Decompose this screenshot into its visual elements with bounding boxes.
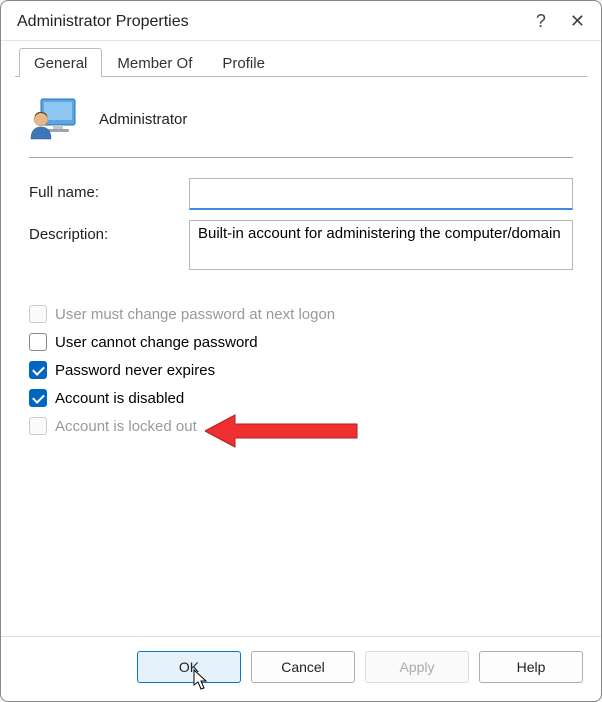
separator — [29, 157, 573, 158]
checkbox-label-locked-out: Account is locked out — [55, 418, 197, 435]
account-header: Administrator — [29, 95, 573, 157]
label-full-name: Full name: — [29, 178, 189, 201]
titlebar: Administrator Properties ? ✕ — [1, 1, 601, 41]
tab-general[interactable]: General — [19, 48, 102, 77]
field-full-name: Full name: — [29, 178, 573, 210]
ok-button[interactable]: OK — [137, 651, 241, 683]
checkbox-row-change-password: User must change password at next logon — [29, 305, 573, 323]
help-button[interactable]: Help — [479, 651, 583, 683]
tab-profile[interactable]: Profile — [207, 48, 280, 77]
titlebar-controls: ? ✕ — [536, 11, 585, 32]
checkbox-row-locked-out: Account is locked out — [29, 417, 573, 435]
help-icon[interactable]: ? — [536, 11, 546, 32]
main-content: General Member Of Profile — [1, 41, 601, 636]
close-icon[interactable]: ✕ — [570, 11, 585, 32]
checkbox-group: User must change password at next logon … — [29, 305, 573, 435]
button-bar: OK Cancel Apply Help — [1, 636, 601, 701]
tab-bar: General Member Of Profile — [15, 47, 587, 77]
checkbox-label-account-disabled: Account is disabled — [55, 390, 184, 407]
checkbox-row-cannot-change[interactable]: User cannot change password — [29, 333, 573, 351]
label-description: Description: — [29, 220, 189, 243]
checkbox-locked-out — [29, 417, 47, 435]
field-description: Description: — [29, 220, 573, 273]
checkbox-change-password — [29, 305, 47, 323]
window-title: Administrator Properties — [17, 13, 189, 31]
checkbox-label-cannot-change: User cannot change password — [55, 334, 258, 351]
checkbox-never-expires[interactable] — [29, 361, 47, 379]
full-name-input[interactable] — [189, 178, 573, 210]
user-monitor-icon — [29, 95, 77, 143]
checkbox-row-disabled[interactable]: Account is disabled — [29, 389, 573, 407]
checkbox-label-change-password: User must change password at next logon — [55, 306, 335, 323]
checkbox-row-never-expires[interactable]: Password never expires — [29, 361, 573, 379]
tab-content-general: Administrator Full name: Description: Us… — [15, 77, 587, 636]
cancel-button[interactable]: Cancel — [251, 651, 355, 683]
checkbox-label-never-expires: Password never expires — [55, 362, 215, 379]
account-name: Administrator — [99, 111, 187, 128]
tab-member-of[interactable]: Member Of — [102, 48, 207, 77]
properties-dialog: Administrator Properties ? ✕ General Mem… — [0, 0, 602, 702]
apply-button: Apply — [365, 651, 469, 683]
description-input[interactable] — [189, 220, 573, 270]
checkbox-cannot-change[interactable] — [29, 333, 47, 351]
checkbox-account-disabled[interactable] — [29, 389, 47, 407]
